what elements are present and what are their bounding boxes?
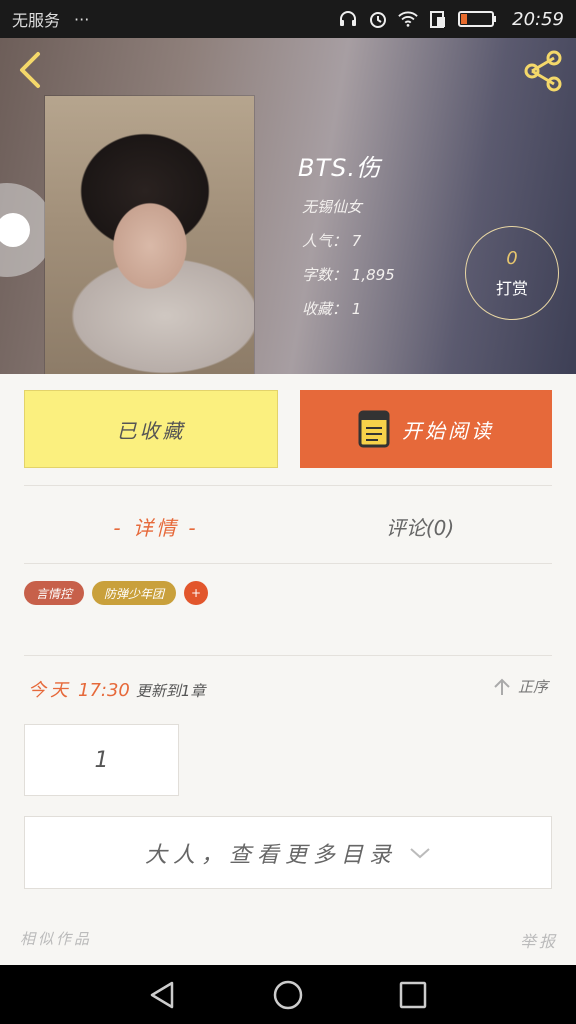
book-icon — [358, 410, 390, 448]
chapter-item[interactable]: 1 — [24, 724, 179, 796]
chevron-down-icon — [410, 847, 430, 858]
tag-label: 防弹少年团 — [104, 586, 165, 601]
sim-icon — [428, 9, 448, 29]
add-tag-label: + — [191, 586, 202, 600]
back-button[interactable] — [14, 50, 50, 90]
square-recents-icon — [400, 981, 427, 1008]
tab-details-label: - 详情 - — [113, 515, 199, 540]
tab-comments-label: 评论(0) — [385, 515, 455, 540]
update-text: 更新到1章 — [135, 682, 206, 700]
book-author[interactable]: 无锡仙女 — [302, 196, 362, 217]
tag-item[interactable]: 言情控 — [24, 581, 85, 605]
chapter-number: 1 — [94, 747, 109, 773]
tag-list: 言情控 防弹少年团 + — [24, 581, 209, 605]
alarm-icon — [368, 9, 388, 29]
notification-dots: ··· — [74, 9, 90, 29]
nav-home-button[interactable] — [268, 975, 308, 1015]
more-chapters-label: 大人，查看更多目录 — [144, 842, 397, 868]
share-icon — [524, 50, 562, 92]
headphones-icon — [338, 9, 358, 29]
circle-home-icon — [273, 980, 303, 1009]
tab-details[interactable]: - 详情 - — [24, 505, 288, 547]
tag-item[interactable]: 防弹少年团 — [92, 581, 177, 605]
tip-button[interactable]: 0 打赏 — [465, 226, 559, 320]
book-popularity: 人气： 7 — [302, 232, 362, 250]
update-time: 17:30 — [78, 680, 130, 701]
similar-works-link[interactable]: 相似作品 — [20, 928, 92, 949]
collected-label: 已收藏 — [116, 418, 186, 443]
tab-comments[interactable]: 评论(0) — [288, 505, 552, 547]
book-title: BTS.伤 — [298, 154, 381, 182]
tip-count: 0 — [506, 247, 518, 269]
triangle-back-icon — [150, 981, 173, 1008]
tip-label: 打赏 — [495, 278, 528, 298]
start-reading-button[interactable]: 开始阅读 — [300, 390, 552, 468]
add-tag-button[interactable]: + — [184, 581, 209, 605]
sort-label: 正序 — [517, 678, 548, 696]
divider — [24, 563, 552, 564]
update-info: 今天 17:30 更新到1章 — [28, 676, 205, 702]
divider — [24, 655, 552, 656]
wifi-icon — [398, 9, 418, 29]
start-reading-label: 开始阅读 — [402, 418, 494, 443]
book-cover-image[interactable] — [45, 96, 254, 374]
update-day: 今天 — [28, 680, 72, 701]
sort-order-button[interactable]: 正序 — [492, 676, 548, 697]
carrier-label: 无服务 — [12, 11, 61, 30]
nav-back-button[interactable] — [143, 975, 183, 1015]
book-header: BTS.伤 无锡仙女 人气： 7 字数： 1,895 收藏： 1 0 打赏 — [0, 38, 576, 374]
chevron-left-icon — [20, 52, 40, 88]
nav-recents-button[interactable] — [393, 975, 433, 1015]
share-button[interactable] — [520, 48, 566, 94]
book-favorites: 收藏： 1 — [302, 300, 362, 318]
arrow-up-icon — [494, 678, 510, 695]
book-word-count: 字数： 1,895 — [302, 266, 395, 284]
status-time: 20:59 — [512, 8, 564, 30]
system-nav-bar — [0, 965, 576, 1024]
collected-button[interactable]: 已收藏 — [24, 390, 278, 468]
status-right: 20:59 — [338, 9, 564, 30]
status-bar: 无服务 ··· 20:59 — [0, 0, 576, 38]
battery-icon — [458, 9, 498, 29]
divider — [24, 485, 552, 486]
status-left: 无服务 ··· — [12, 7, 89, 31]
report-link[interactable]: 举报 — [520, 928, 558, 952]
more-chapters-button[interactable]: 大人，查看更多目录 — [24, 816, 552, 889]
tag-label: 言情控 — [36, 586, 73, 601]
